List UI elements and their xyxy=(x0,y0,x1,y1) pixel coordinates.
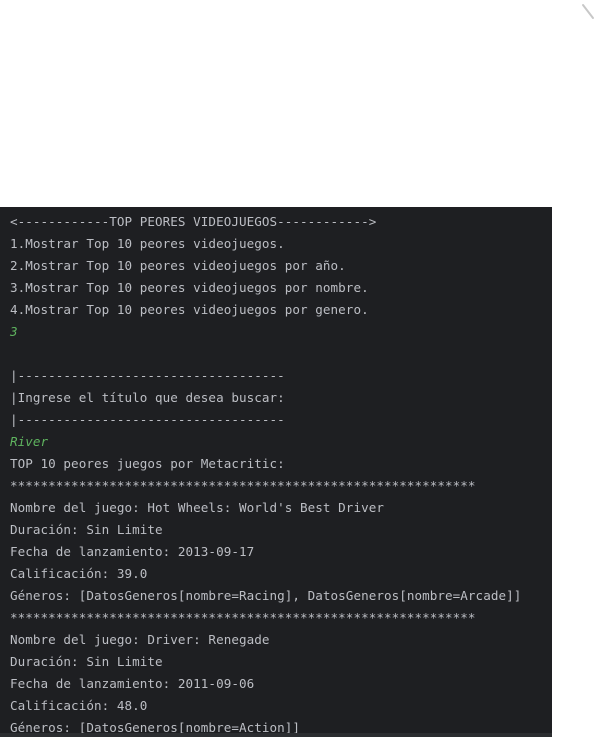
console-user-input-line: River xyxy=(10,434,49,449)
console-output-line: 4.Mostrar Top 10 peores videojuegos por … xyxy=(10,302,369,317)
console-output-line: Calificación: 39.0 xyxy=(10,566,148,581)
corner-stroke-icon xyxy=(582,4,594,19)
console-output-line: Fecha de lanzamiento: 2013-09-17 xyxy=(10,544,255,559)
console-output-line: TOP 10 peores juegos por Metacritic: xyxy=(10,456,285,471)
console-output-line: |Ingrese el título que desea buscar: xyxy=(10,390,285,405)
console-output-line: 2.Mostrar Top 10 peores videojuegos por … xyxy=(10,258,346,273)
console-output-line: Fecha de lanzamiento: 2011-09-06 xyxy=(10,676,255,691)
console-output-line: Nombre del juego: Driver: Renegade xyxy=(10,632,270,647)
console-output-line: <------------TOP PEORES VIDEOJUEGOS-----… xyxy=(10,214,377,229)
console-output-line: ****************************************… xyxy=(10,610,476,625)
console-output-line: 1.Mostrar Top 10 peores videojuegos. xyxy=(10,236,285,251)
console-output-line: Calificación: 48.0 xyxy=(10,698,148,713)
console-output-line: Nombre del juego: Hot Wheels: World's Be… xyxy=(10,500,384,515)
console-output-line: ****************************************… xyxy=(10,478,476,493)
console-output-line: Géneros: [DatosGeneros[nombre=Racing], D… xyxy=(10,588,522,603)
console-output-line: |----------------------------------- xyxy=(10,368,285,383)
console-output-line: |----------------------------------- xyxy=(10,412,285,427)
horizontal-scrollbar-track[interactable] xyxy=(0,733,552,737)
run-console-output[interactable]: <------------TOP PEORES VIDEOJUEGOS-----… xyxy=(0,207,552,737)
console-user-input-line: 3 xyxy=(10,324,18,339)
console-output-line: Duración: Sin Limite xyxy=(10,654,163,669)
console-output-line: Duración: Sin Limite xyxy=(10,522,163,537)
console-output-line: 3.Mostrar Top 10 peores videojuegos por … xyxy=(10,280,369,295)
